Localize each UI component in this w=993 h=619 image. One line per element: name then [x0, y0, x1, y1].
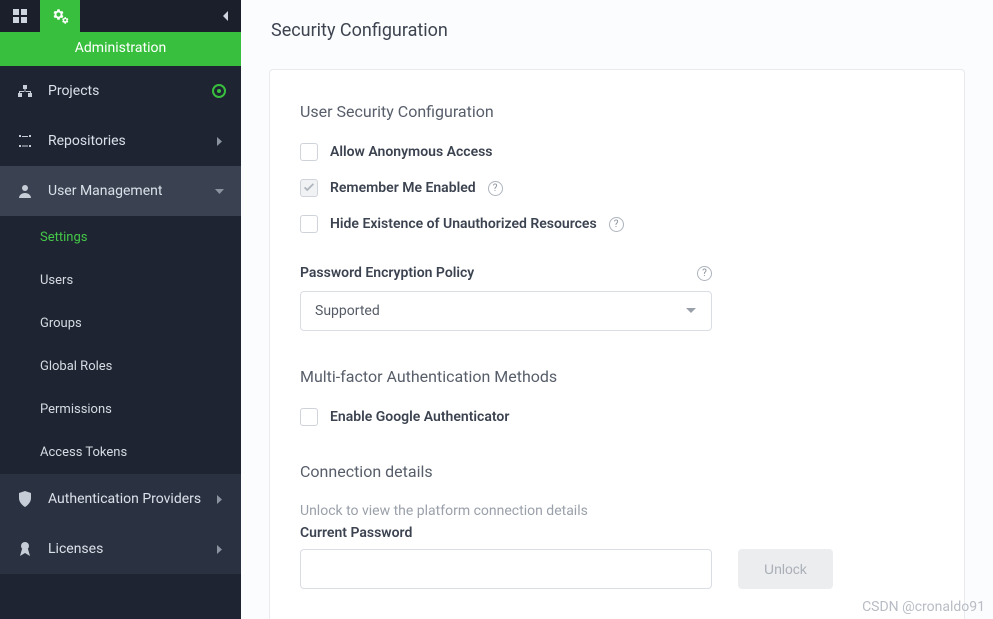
label-current-password: Current Password: [300, 525, 934, 541]
sidebar-subitem-users[interactable]: Users: [0, 259, 241, 302]
medal-icon: [16, 540, 34, 558]
caret-right-icon: [211, 133, 227, 149]
grid-icon: [13, 9, 27, 23]
checkbox-remember-me[interactable]: [300, 179, 318, 197]
main-content: Security Configuration User Security Con…: [241, 0, 993, 619]
sidebar-item-label: Authentication Providers: [48, 491, 211, 507]
sidebar-subitem-access-tokens[interactable]: Access Tokens: [0, 431, 241, 474]
hint-connection: Unlock to view the platform connection d…: [300, 503, 934, 519]
sidebar-item-label: User Management: [48, 183, 211, 199]
caret-right-icon: [211, 491, 227, 507]
sidebar-item-licenses[interactable]: Licenses: [0, 524, 241, 574]
input-current-password[interactable]: [300, 549, 712, 589]
checkbox-allow-anonymous[interactable]: [300, 143, 318, 161]
sidebar: Administration Projects Repositories: [0, 0, 241, 619]
row-hide-unauth: Hide Existence of Unauthorized Resources…: [300, 215, 934, 233]
help-icon[interactable]: ?: [488, 181, 503, 196]
caret-right-icon: [211, 541, 227, 557]
select-value: Supported: [315, 303, 380, 319]
gears-icon: [51, 7, 69, 25]
heading-user-security: User Security Configuration: [300, 102, 934, 121]
label-hide-unauth: Hide Existence of Unauthorized Resources: [330, 216, 597, 232]
sidebar-item-label: Licenses: [48, 541, 211, 557]
caret-left-icon: [222, 11, 230, 21]
row-google-auth: Enable Google Authenticator: [300, 408, 934, 426]
row-unlock: Unlock: [300, 549, 934, 589]
tab-admin[interactable]: [40, 0, 80, 32]
sidebar-item-projects[interactable]: Projects: [0, 66, 241, 116]
panel-security: User Security Configuration Allow Anonym…: [269, 69, 965, 619]
label-allow-anonymous: Allow Anonymous Access: [330, 144, 493, 160]
sidebar-item-user-management[interactable]: User Management: [0, 166, 241, 216]
sidebar-collapse-button[interactable]: [211, 0, 241, 32]
label-password-policy: Password Encryption Policy: [300, 265, 474, 281]
status-active-icon: [211, 83, 227, 99]
sidebar-subitem-global-roles[interactable]: Global Roles: [0, 345, 241, 388]
projects-icon: [16, 82, 34, 100]
select-password-policy[interactable]: Supported: [300, 291, 712, 331]
sidebar-item-repositories[interactable]: Repositories: [0, 116, 241, 166]
caret-down-icon: [211, 183, 227, 199]
unlock-button[interactable]: Unlock: [738, 549, 833, 589]
label-google-auth: Enable Google Authenticator: [330, 409, 509, 425]
sidebar-title: Administration: [0, 32, 241, 66]
user-icon: [16, 182, 34, 200]
sidebar-item-label: Repositories: [48, 133, 211, 149]
heading-connection: Connection details: [300, 462, 934, 481]
checkbox-hide-unauth[interactable]: [300, 215, 318, 233]
help-icon[interactable]: ?: [609, 217, 624, 232]
sidebar-nav: Projects Repositories User Management: [0, 66, 241, 619]
check-icon: [303, 182, 315, 194]
sidebar-subitem-settings[interactable]: Settings: [0, 216, 241, 259]
sidebar-item-label: Projects: [48, 83, 211, 99]
page-title: Security Configuration: [241, 0, 993, 69]
chevron-down-icon: [685, 307, 697, 315]
sidebar-item-authentication-providers[interactable]: Authentication Providers: [0, 474, 241, 524]
tab-home[interactable]: [0, 0, 40, 32]
sidebar-subitem-groups[interactable]: Groups: [0, 302, 241, 345]
label-remember-me: Remember Me Enabled: [330, 180, 476, 196]
sidebar-subitem-permissions[interactable]: Permissions: [0, 388, 241, 431]
repositories-icon: [16, 132, 34, 150]
heading-mfa: Multi-factor Authentication Methods: [300, 367, 934, 386]
row-remember-me: Remember Me Enabled ?: [300, 179, 934, 197]
shield-icon: [16, 490, 34, 508]
row-allow-anonymous: Allow Anonymous Access: [300, 143, 934, 161]
top-tabbar: [0, 0, 241, 32]
checkbox-google-auth[interactable]: [300, 408, 318, 426]
help-icon[interactable]: ?: [697, 266, 712, 281]
row-password-policy: Password Encryption Policy ? Supported: [300, 265, 934, 331]
